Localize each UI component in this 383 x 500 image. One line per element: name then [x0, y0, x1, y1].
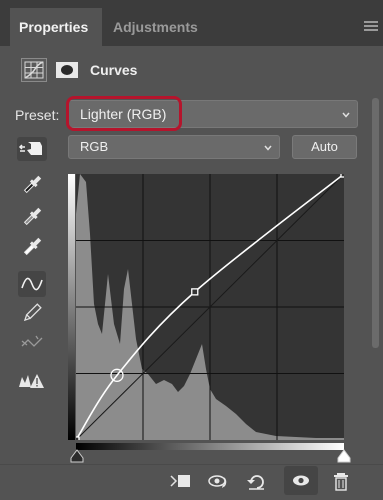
black-point-eyedropper-icon[interactable]: [18, 172, 46, 198]
view-previous-state-icon[interactable]: [206, 470, 232, 492]
scrollbar[interactable]: [372, 98, 379, 348]
tab-adjustments[interactable]: Adjustments: [104, 8, 214, 46]
white-point-slider[interactable]: [337, 449, 351, 463]
smooth-curve-icon[interactable]: [18, 330, 46, 356]
white-point-eyedropper-icon[interactable]: [18, 234, 46, 260]
gray-point-eyedropper-icon[interactable]: [18, 204, 46, 230]
curve-control-point[interactable]: [76, 436, 80, 440]
auto-button[interactable]: Auto: [292, 135, 357, 159]
clipping-warning-icon[interactable]: [18, 368, 46, 394]
panel-title: Curves: [90, 62, 138, 78]
tab-properties[interactable]: Properties: [10, 8, 102, 46]
input-gradient-bar: [76, 443, 344, 450]
curve-control-point[interactable]: [340, 174, 344, 178]
black-point-slider[interactable]: [70, 449, 84, 463]
curve-control-point[interactable]: [191, 288, 199, 296]
channel-value: RGB: [80, 139, 109, 154]
pencil-draw-icon[interactable]: [18, 300, 46, 326]
chevron-down-icon: [264, 145, 272, 151]
panel-menu-icon[interactable]: [364, 21, 378, 31]
reset-adjustment-icon[interactable]: [244, 470, 270, 492]
toggle-visibility-icon[interactable]: [284, 466, 318, 495]
highlight-ring: [66, 96, 182, 131]
chevron-down-icon: [342, 112, 350, 118]
output-gradient-bar: [68, 174, 75, 440]
delete-icon[interactable]: [330, 470, 356, 492]
edit-points-curve-icon[interactable]: [18, 271, 46, 297]
clip-to-layer-icon[interactable]: [168, 470, 194, 492]
curves-graph[interactable]: [76, 174, 344, 440]
on-image-target-adjustment-icon[interactable]: [17, 137, 47, 161]
preset-label: Preset:: [15, 107, 60, 123]
layer-mask-icon: [54, 58, 80, 82]
curves-adjustment-icon: [21, 58, 47, 82]
